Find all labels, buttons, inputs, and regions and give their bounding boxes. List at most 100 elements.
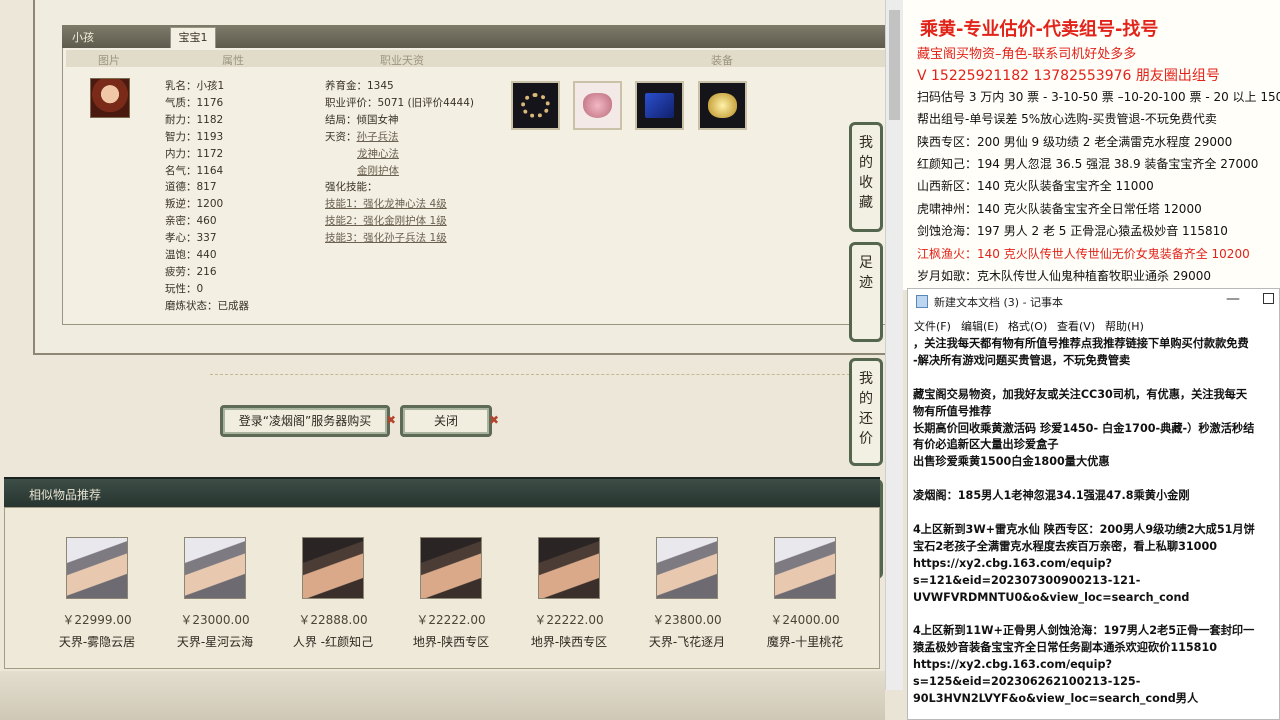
item-server[interactable]: 天界-雾隐云居 [38, 633, 156, 650]
page-scrollbar[interactable] [885, 0, 903, 690]
notepad-line: https://xy2.cbg.163.com/equip? [913, 658, 1112, 672]
tab-baby-1[interactable]: 宝宝1 [170, 27, 216, 48]
maximize-icon[interactable] [1263, 293, 1274, 304]
skill-link[interactable]: 技能2：强化金刚护体 1级 [325, 215, 447, 227]
golden-shoes-icon [708, 93, 737, 118]
similar-item[interactable]: ￥22222.00 地界-陕西专区 [510, 537, 628, 650]
ad-line: V 15225921182 13782553976 朋友圈出组号 [917, 68, 1220, 85]
menu-format[interactable]: 格式(O) [1008, 318, 1047, 334]
menu-help[interactable]: 帮助(H) [1105, 318, 1144, 334]
notepad-line: 凌烟阁：185男人1老神忽混34.1强混47.8乘黄小金刚 [913, 489, 1190, 503]
attr-row: 亲密：460 [165, 215, 217, 228]
talent-column: 养育金：1345 职业评价：5071 (旧评价4444) 结局：倾国女神 天资：… [325, 78, 474, 247]
attr-row: 温饱：440 [165, 249, 217, 262]
item-server[interactable]: 天界-星河云海 [156, 633, 274, 650]
notepad-line: 长期高价回收乘黄激活码 珍爱1450- 白金1700-典藏-）秒激活秒结 [913, 421, 1255, 435]
page-bottom [0, 671, 885, 720]
similar-items-title: 相似物品推荐 [29, 488, 102, 502]
column-headers: 图片 属性 职业天资 装备 [66, 50, 885, 67]
notepad-line: 4上区新到3W+雷克水仙 陕西专区：200男人9级功绩2大成51月饼 [913, 522, 1255, 536]
character-avatar[interactable] [302, 537, 364, 599]
ad-line: 藏宝阁买物资–角色-联系司机好处多多 [917, 47, 1137, 62]
menu-file[interactable]: 文件(F) [914, 318, 951, 334]
equipment-slot[interactable] [573, 81, 622, 130]
side-button-char: 的 [859, 155, 873, 171]
similar-item[interactable]: ￥24000.00 魔界-十里桃花 [746, 537, 864, 650]
attr-row: 智力：1193 [165, 130, 224, 143]
side-button-char: 还 [859, 411, 873, 427]
similar-item[interactable]: ￥23000.00 天界-星河云海 [156, 537, 274, 650]
divider [210, 374, 870, 375]
col-header-talent: 职业天资 [380, 54, 424, 67]
character-avatar[interactable] [538, 537, 600, 599]
login-server-buy-button[interactable]: 登录“凌烟阁”服务器购买 [220, 405, 390, 437]
side-button-char: 藏 [859, 195, 873, 211]
attr-row: 气质：1176 [165, 96, 224, 109]
menu-edit[interactable]: 编辑(E) [961, 318, 999, 334]
item-price: ￥22999.00 [62, 613, 132, 627]
ad-line: 扫码估号 3 万内 30 票 - 3-10-50 票 –10-20-100 票 … [917, 89, 1280, 104]
notepad-line [913, 471, 1280, 488]
side-button-char: 我 [859, 371, 873, 387]
item-server[interactable]: 人界 -红颜知己 [274, 633, 392, 650]
item-server[interactable]: 魔界-十里桃花 [746, 633, 864, 650]
equipment-slot[interactable] [635, 81, 684, 130]
item-price: ￥23800.00 [652, 613, 722, 627]
ad-line: 陕西专区：200 男仙 9 级功绩 2 老全满雷克水程度 29000 [917, 134, 1233, 149]
col-header-image: 图片 [98, 54, 120, 67]
blue-book-icon [645, 93, 674, 118]
character-avatar[interactable] [656, 537, 718, 599]
character-avatar[interactable] [774, 537, 836, 599]
attr-row: 玩性：0 [165, 282, 204, 295]
similar-item[interactable]: ￥22999.00 天界-雾隐云居 [38, 537, 156, 650]
side-button-char: 迹 [859, 275, 873, 291]
talent-link[interactable]: 金刚护体 [357, 165, 399, 177]
menu-view[interactable]: 查看(V) [1057, 318, 1095, 334]
talent-link[interactable]: 龙神心法 [357, 148, 399, 160]
close-button[interactable]: 关闭 [400, 405, 492, 437]
item-price: ￥22888.00 [298, 613, 368, 627]
ad-line: 虎啸神州：140 克火队装备宝宝齐全日常任塔 12000 [917, 201, 1202, 216]
similar-item[interactable]: ￥23800.00 天界-飞花逐月 [628, 537, 746, 650]
notepad-menubar: 文件(F) 编辑(E) 格式(O) 查看(V) 帮助(H) [908, 315, 1279, 335]
character-avatar[interactable] [420, 537, 482, 599]
notepad-line [913, 370, 1280, 387]
notepad-line: 90L3HVN2LVYF&o&view_loc=search_cond男人 [913, 691, 1199, 705]
similar-items-header: 相似物品推荐 [4, 477, 880, 507]
footprint-button[interactable]: 足迹 [849, 242, 883, 342]
ad-title: 乘黄-专业估价-代卖组号-找号 [920, 19, 1159, 40]
item-server[interactable]: 地界-陕西专区 [392, 633, 510, 650]
ornament-icon: ✖ [489, 413, 500, 427]
attr-row: 名气：1164 [165, 164, 224, 177]
notepad-text-area[interactable]: ，关注我每天都有物有所值号推荐点我推荐链接下单购买付款款免费 -解决所有游戏问题买… [913, 336, 1280, 720]
scrollbar-thumb[interactable] [889, 10, 900, 120]
equipment-slot[interactable] [511, 81, 560, 130]
notepad-icon [916, 295, 928, 308]
child-tab-bar: 小孩 宝宝1 [62, 25, 885, 48]
similar-item[interactable]: ￥22222.00 地界-陕西专区 [392, 537, 510, 650]
ad-line: 红颜知己：194 男人忽混 36.5 强混 38.9 装备宝宝齐全 27000 [917, 157, 1259, 171]
notepad-line: 宝石2老孩子全满雷克水程度去疾百万亲密，看上私聊31000 [913, 539, 1218, 553]
ad-overlay: 乘黄-专业估价-代卖组号-找号 藏宝阁买物资–角色-联系司机好处多多 V 1522… [903, 0, 1280, 290]
tab-child[interactable]: 小孩 [72, 29, 94, 45]
game-page: 小孩 宝宝1 图片 属性 职业天资 装备 乳名：小孩1 气质：1176 耐力：1… [0, 0, 885, 720]
equipment-slot[interactable] [698, 81, 747, 130]
character-avatar[interactable] [66, 537, 128, 599]
notepad-titlebar[interactable]: 新建文本文档 (3) - 记事本 — [908, 289, 1279, 313]
side-button-char: 收 [859, 175, 873, 191]
talent-row: 龙神心法 [325, 146, 474, 163]
talent-link[interactable]: 孙子兵法 [357, 131, 399, 143]
item-server[interactable]: 地界-陕西专区 [510, 633, 628, 650]
notepad-line: s=125&eid=202306262100213-125- [913, 675, 1141, 689]
my-favorites-button[interactable]: 我的收藏 [849, 122, 883, 232]
character-avatar[interactable] [184, 537, 246, 599]
skill-link[interactable]: 技能3：强化孙子兵法 1级 [325, 232, 447, 244]
col-header-attributes: 属性 [222, 54, 244, 67]
similar-item[interactable]: ￥22888.00 人界 -红颜知己 [274, 537, 392, 650]
minimize-icon[interactable]: — [1226, 291, 1240, 307]
item-server[interactable]: 天界-飞花逐月 [628, 633, 746, 650]
notepad-line: ，关注我每天都有物有所值号推荐点我推荐链接下单购买付款款免费 [913, 337, 1249, 350]
my-bargain-button[interactable]: 我的还价 [849, 358, 883, 466]
notepad-line: https://xy2.cbg.163.com/equip? [913, 556, 1112, 570]
skill-link[interactable]: 技能1：强化龙神心法 4级 [325, 198, 447, 210]
